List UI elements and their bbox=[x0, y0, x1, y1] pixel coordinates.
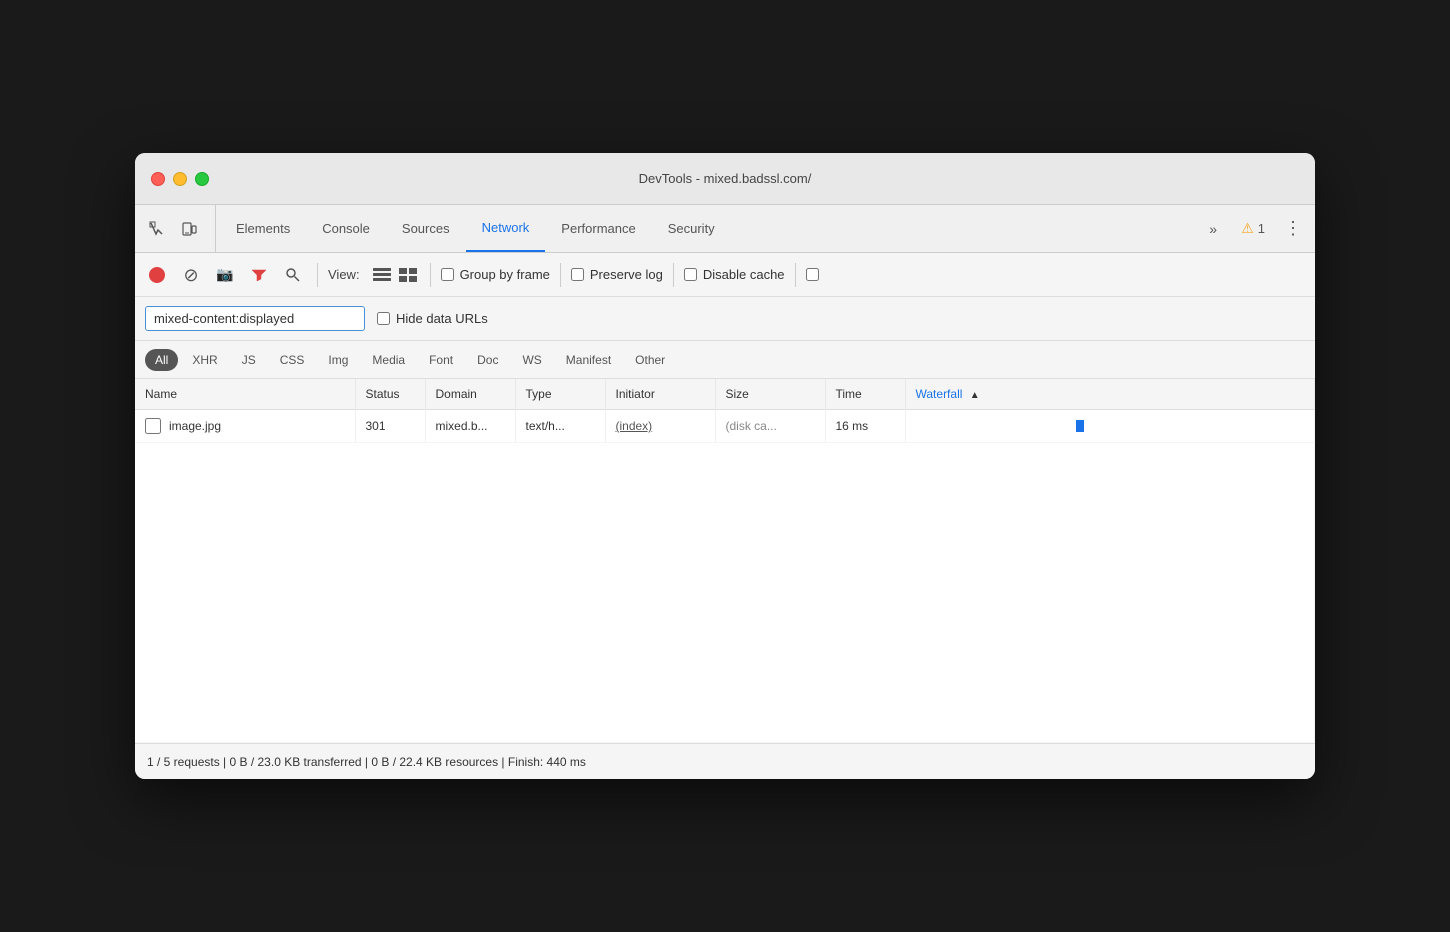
waterfall-indicator bbox=[1076, 420, 1084, 432]
clear-button[interactable]: ⊘ bbox=[177, 261, 205, 289]
tab-console[interactable]: Console bbox=[306, 205, 386, 252]
more-tabs-button[interactable]: » bbox=[1199, 215, 1227, 243]
type-filter-ws[interactable]: WS bbox=[512, 349, 551, 371]
filter-input[interactable] bbox=[145, 306, 365, 331]
col-header-domain[interactable]: Domain bbox=[425, 379, 515, 410]
status-bar: 1 / 5 requests | 0 B / 23.0 KB transferr… bbox=[135, 743, 1315, 779]
cell-initiator: (index) bbox=[605, 410, 715, 443]
preserve-log-label[interactable]: Preserve log bbox=[571, 267, 663, 282]
type-filter-other[interactable]: Other bbox=[625, 349, 675, 371]
network-table: Name Status Domain Type Initiator bbox=[135, 379, 1315, 743]
group-by-frame-label[interactable]: Group by frame bbox=[441, 267, 550, 282]
detail-view-button[interactable] bbox=[396, 263, 420, 287]
toolbar-divider-4 bbox=[673, 263, 674, 287]
hide-data-urls-group[interactable]: Hide data URLs bbox=[377, 311, 488, 326]
network-toolbar: ⊘ 📷 View: bbox=[135, 253, 1315, 297]
tab-bar-left bbox=[143, 205, 216, 252]
tab-network[interactable]: Network bbox=[466, 205, 546, 252]
cell-domain: mixed.b... bbox=[425, 410, 515, 443]
minimize-button[interactable] bbox=[173, 172, 187, 186]
close-button[interactable] bbox=[151, 172, 165, 186]
toolbar-divider-5 bbox=[795, 263, 796, 287]
tab-bar-right: » ⚠ 1 ⋮ bbox=[1199, 205, 1307, 252]
col-header-type[interactable]: Type bbox=[515, 379, 605, 410]
type-filter-media[interactable]: Media bbox=[362, 349, 415, 371]
filter-bar: Hide data URLs bbox=[135, 297, 1315, 341]
device-icon[interactable] bbox=[175, 215, 203, 243]
search-button[interactable] bbox=[279, 261, 307, 289]
title-bar: DevTools - mixed.badssl.com/ bbox=[135, 153, 1315, 205]
table-row[interactable]: image.jpg 301 mixed.b... text/h... (inde… bbox=[135, 410, 1315, 443]
table-body: image.jpg 301 mixed.b... text/h... (inde… bbox=[135, 410, 1315, 743]
tab-sources[interactable]: Sources bbox=[386, 205, 466, 252]
waterfall-bar bbox=[916, 420, 1305, 432]
disable-cache-label[interactable]: Disable cache bbox=[684, 267, 785, 282]
type-filter-manifest[interactable]: Manifest bbox=[556, 349, 621, 371]
cell-size: (disk ca... bbox=[715, 410, 825, 443]
sort-icon: ▲ bbox=[970, 390, 980, 401]
record-icon bbox=[149, 267, 165, 283]
type-filter-font[interactable]: Font bbox=[419, 349, 463, 371]
maximize-button[interactable] bbox=[195, 172, 209, 186]
window-title: DevTools - mixed.badssl.com/ bbox=[639, 171, 812, 186]
devtools-window: DevTools - mixed.badssl.com/ Elements bbox=[135, 153, 1315, 779]
cell-status: 301 bbox=[355, 410, 425, 443]
toolbar-divider-1 bbox=[317, 263, 318, 287]
type-filter-doc[interactable]: Doc bbox=[467, 349, 508, 371]
col-header-initiator[interactable]: Initiator bbox=[605, 379, 715, 410]
type-filter-xhr[interactable]: XHR bbox=[182, 349, 227, 371]
overflow-checkbox[interactable] bbox=[806, 268, 819, 281]
col-header-name[interactable]: Name bbox=[135, 379, 355, 410]
table-header: Name Status Domain Type Initiator bbox=[135, 379, 1315, 410]
filter-button[interactable] bbox=[245, 261, 273, 289]
camera-icon: 📷 bbox=[216, 266, 233, 283]
list-view-button[interactable] bbox=[370, 263, 394, 287]
hide-data-urls-checkbox[interactable] bbox=[377, 312, 390, 325]
inspect-icon[interactable] bbox=[143, 215, 171, 243]
cell-waterfall bbox=[905, 410, 1315, 443]
more-options-button[interactable]: ⋮ bbox=[1279, 215, 1307, 243]
tab-bar: Elements Console Sources Network Perform… bbox=[135, 205, 1315, 253]
tab-security[interactable]: Security bbox=[652, 205, 731, 252]
preserve-log-checkbox[interactable] bbox=[571, 268, 584, 281]
tab-performance[interactable]: Performance bbox=[545, 205, 651, 252]
overflow-checkbox-group[interactable] bbox=[806, 268, 819, 281]
warning-badge[interactable]: ⚠ 1 bbox=[1235, 216, 1271, 241]
tab-elements[interactable]: Elements bbox=[220, 205, 306, 252]
col-header-waterfall[interactable]: Waterfall ▲ bbox=[905, 379, 1315, 410]
type-filter-img[interactable]: Img bbox=[318, 349, 358, 371]
type-filter-bar: All XHR JS CSS Img Media Font Doc WS Man… bbox=[135, 341, 1315, 379]
empty-row bbox=[135, 443, 1315, 743]
type-filter-css[interactable]: CSS bbox=[270, 349, 315, 371]
warning-icon: ⚠ bbox=[1241, 220, 1254, 237]
record-button[interactable] bbox=[143, 261, 171, 289]
disable-cache-checkbox[interactable] bbox=[684, 268, 697, 281]
network-table-wrapper: Name Status Domain Type Initiator bbox=[135, 379, 1315, 743]
row-checkbox[interactable] bbox=[145, 418, 161, 434]
col-header-size[interactable]: Size bbox=[715, 379, 825, 410]
view-label: View: bbox=[328, 267, 360, 282]
traffic-lights bbox=[151, 172, 209, 186]
cell-time: 16 ms bbox=[825, 410, 905, 443]
group-by-frame-checkbox[interactable] bbox=[441, 268, 454, 281]
toolbar-divider-2 bbox=[430, 263, 431, 287]
tab-items: Elements Console Sources Network Perform… bbox=[220, 205, 1199, 252]
type-filter-all[interactable]: All bbox=[145, 349, 178, 371]
type-filter-js[interactable]: JS bbox=[232, 349, 266, 371]
toolbar-divider-3 bbox=[560, 263, 561, 287]
cell-type: text/h... bbox=[515, 410, 605, 443]
screenshot-button[interactable]: 📷 bbox=[211, 261, 239, 289]
cell-name: image.jpg bbox=[135, 410, 355, 443]
clear-icon: ⊘ bbox=[183, 266, 198, 284]
view-buttons bbox=[370, 263, 420, 287]
col-header-status[interactable]: Status bbox=[355, 379, 425, 410]
col-header-time[interactable]: Time bbox=[825, 379, 905, 410]
status-text: 1 / 5 requests | 0 B / 23.0 KB transferr… bbox=[147, 755, 586, 769]
